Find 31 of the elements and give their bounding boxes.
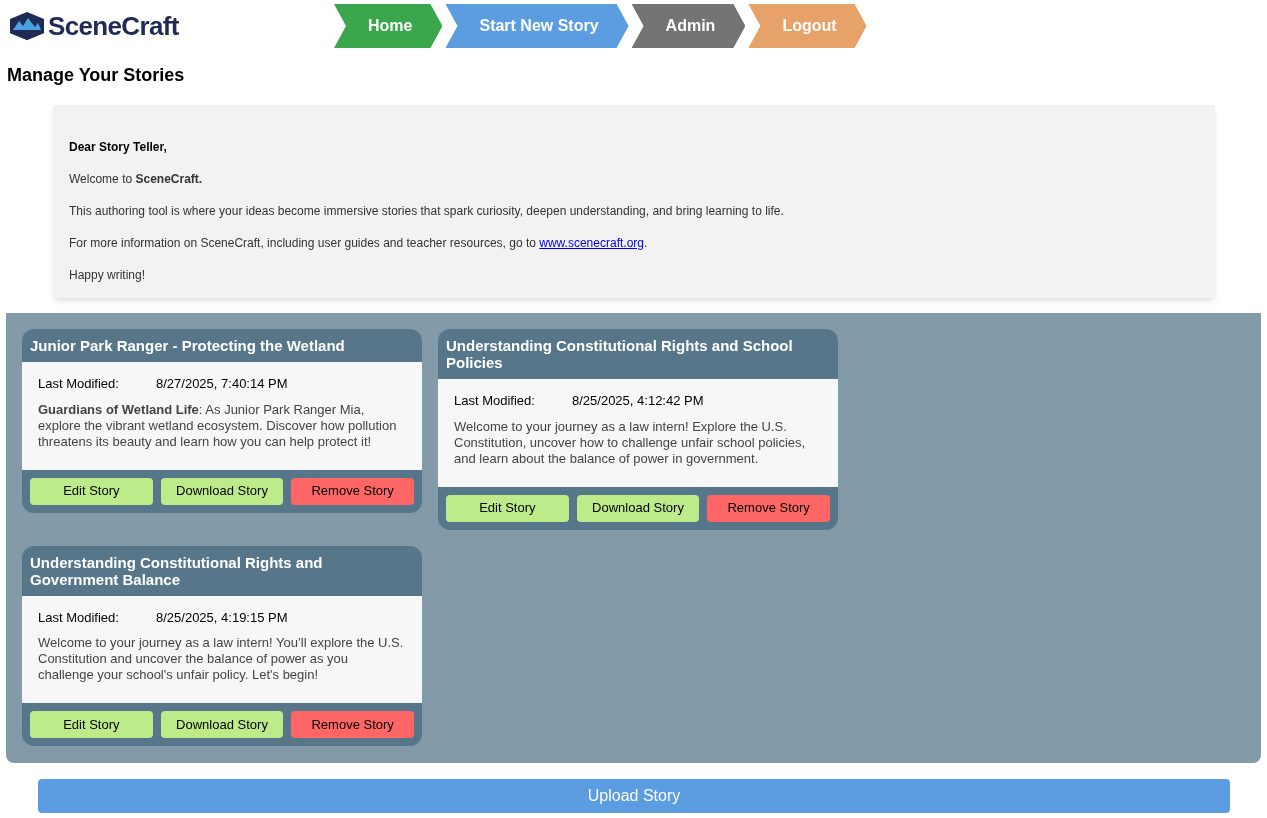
story-description: Welcome to your journey as a law intern! You’ll explore the U.S. Constitution and uncover the balance of power as you challenge your school's unfair policy. Let's begin!: [38, 635, 405, 683]
download-story-button[interactable]: Download Story: [160, 711, 284, 738]
modified-date: 8/27/2025, 7:40:14 PM: [156, 375, 288, 393]
website-link[interactable]: www.scenecraft.org: [539, 236, 644, 250]
modified-label: Last Modified:: [38, 608, 120, 627]
edit-story-button[interactable]: Edit Story: [30, 477, 153, 505]
nav-tab[interactable]: Admin: [631, 4, 746, 48]
closing-text: Happy writing!: [69, 267, 147, 284]
download-story-button[interactable]: Download Story: [576, 494, 700, 522]
story-title: Understanding Constitutional Rights and School Policies: [445, 336, 794, 373]
welcome-text: Welcome to SceneCraft.: [69, 171, 204, 188]
edit-story-button[interactable]: Edit Story: [446, 494, 569, 522]
page-title: Manage Your Stories: [7, 64, 186, 87]
story-description: Guardians of Wetland Life: As Junior Park Ranger Mia, explore the vibrant wetland ecosystem. Discover how pollution threatens its beauty and learn how you can help protect it!: [38, 401, 398, 450]
logo-icon: [10, 12, 44, 40]
info-text: For more information on SceneCraft, including user guides and teacher resources, go to www.scenecraft.org.: [69, 235, 649, 252]
remove-story-button[interactable]: Remove Story: [291, 711, 414, 738]
modified-date: 8/25/2025, 4:19:15 PM: [156, 608, 288, 627]
modified-label: Last Modified:: [454, 392, 536, 410]
story-title: Understanding Constitutional Rights and Government Balance: [29, 552, 324, 590]
remove-story-button[interactable]: Remove Story: [707, 494, 830, 522]
modified-label: Last Modified:: [38, 375, 120, 393]
brand-name: SceneCraft: [48, 9, 179, 43]
remove-story-button[interactable]: Remove Story: [291, 477, 414, 505]
modified-date: 8/25/2025, 4:12:42 PM: [572, 392, 704, 410]
download-story-button[interactable]: Download Story: [160, 477, 284, 505]
story-description: Welcome to your journey as a law intern! Explore the U.S. Constitution, uncover how to challenge unfair school policies, and learn about the balance of power in government.: [454, 418, 807, 467]
edit-story-button[interactable]: Edit Story: [30, 711, 153, 738]
story-title: Junior Park Ranger - Protecting the Wetland: [29, 336, 346, 356]
description-text: This authoring tool is where your ideas become immersive stories that spark curiosity, deepen understanding, and bring learning to life.: [69, 203, 785, 220]
greeting-text: Dear Story Teller,: [69, 139, 168, 156]
